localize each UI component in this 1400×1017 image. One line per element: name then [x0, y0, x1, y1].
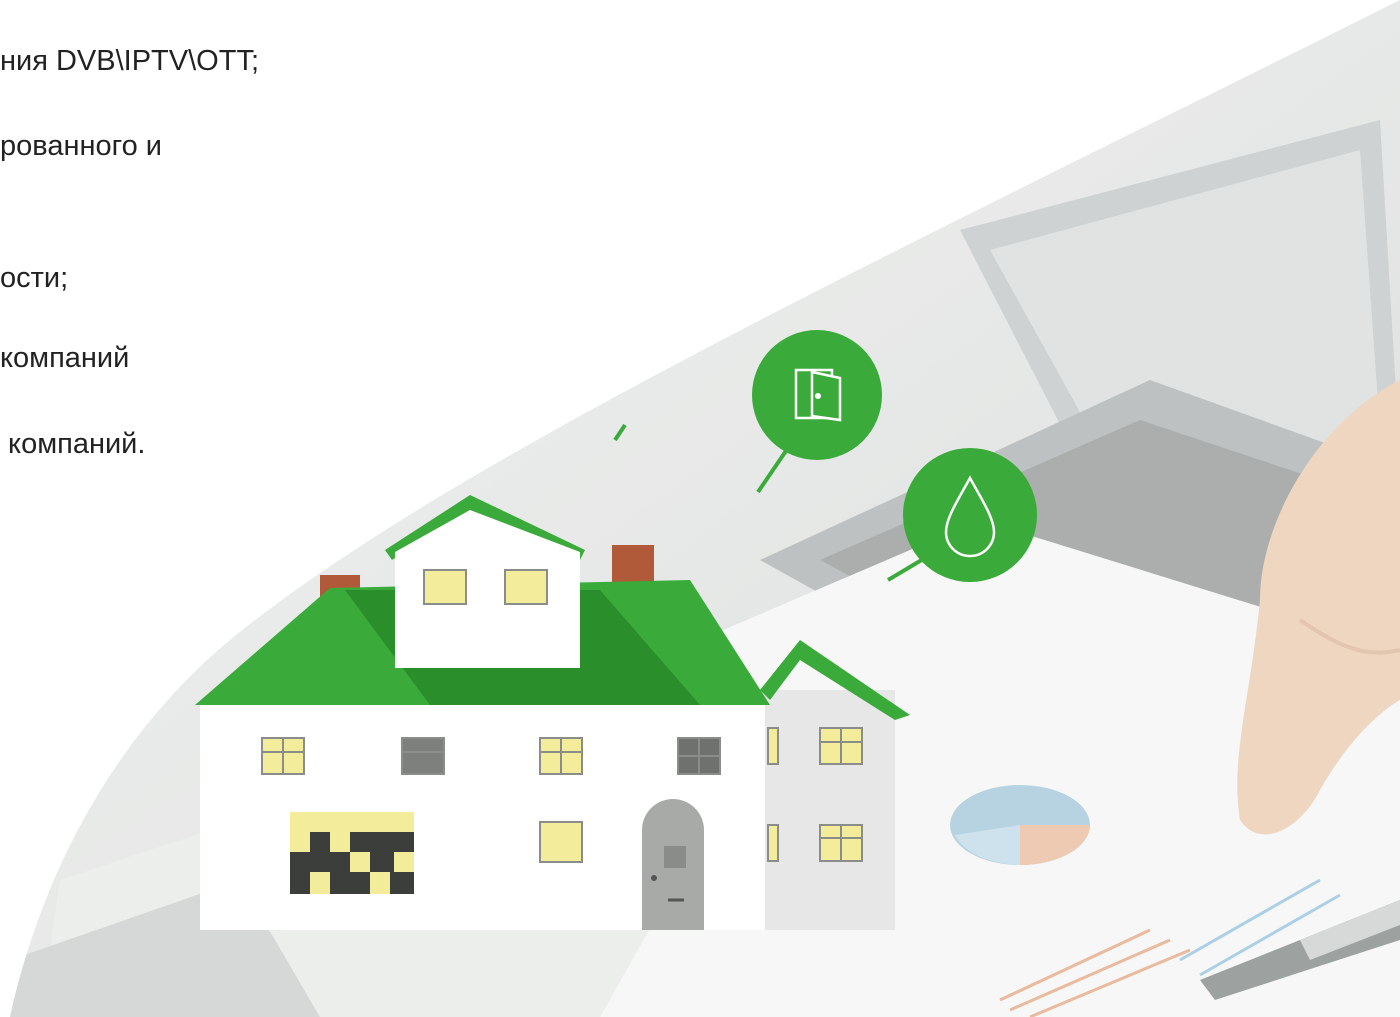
- bullet-line-5: компаний.: [0, 428, 146, 460]
- bullet-line-4: компаний: [0, 342, 130, 374]
- slide-illustration: [10, 0, 1400, 1017]
- bullet-line-2: рованного и: [0, 130, 162, 162]
- bullet-line-1: ния DVB\IPTV\OTT;: [0, 45, 260, 77]
- bullet-line-3: ости;: [0, 262, 69, 294]
